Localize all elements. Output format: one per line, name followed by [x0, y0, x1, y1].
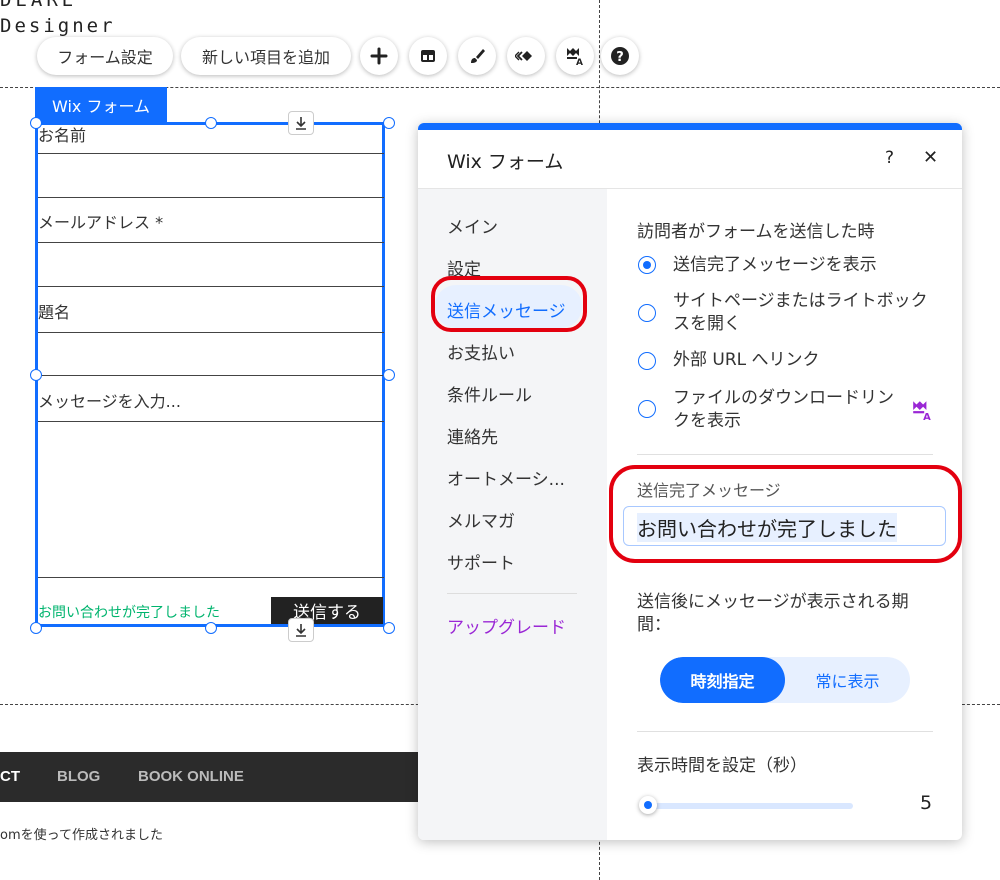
- panel-nav-rules[interactable]: 条件ルール: [447, 381, 532, 406]
- panel-nav-upgrade[interactable]: アップグレード: [447, 613, 566, 638]
- resize-handle-bottom-left[interactable]: [30, 622, 42, 634]
- panel-nav-main[interactable]: メイン: [447, 213, 498, 238]
- on-submit-title: 訪問者がフォームを送信した時: [637, 222, 875, 242]
- divider: [38, 153, 384, 154]
- seconds-slider-handle[interactable]: [639, 796, 657, 814]
- plus-icon[interactable]: [360, 37, 398, 75]
- nav-item-book-online[interactable]: BOOK ONLINE: [138, 768, 244, 785]
- stretch-down-icon[interactable]: [288, 618, 314, 642]
- form-settings-button[interactable]: フォーム設定: [37, 37, 173, 75]
- layout-icon[interactable]: [409, 37, 447, 75]
- panel-title: Wix フォーム: [447, 151, 564, 173]
- radio-external-url[interactable]: [638, 352, 656, 370]
- seconds-slider-track[interactable]: [641, 803, 853, 809]
- highlight-ring-message-field: [609, 465, 962, 563]
- add-item-label: 新しい項目を追加: [201, 48, 330, 67]
- svg-text:A: A: [576, 58, 583, 66]
- divider: [38, 242, 384, 243]
- panel-header[interactable]: Wix フォーム ? ✕: [418, 130, 962, 189]
- option-external-url-label: 外部 URL へリンク: [673, 350, 820, 370]
- radio-show-message[interactable]: [638, 256, 656, 274]
- divider: [38, 421, 384, 422]
- panel-close-icon[interactable]: ✕: [923, 147, 938, 168]
- premium-icon[interactable]: A: [556, 37, 594, 75]
- name-field[interactable]: [38, 197, 384, 198]
- panel-nav-automations[interactable]: オートメーシ...: [447, 465, 565, 490]
- panel-nav-support[interactable]: サポート: [447, 549, 515, 574]
- resize-handle-top[interactable]: [205, 117, 217, 129]
- option-show-message-label: 送信完了メッセージを表示: [673, 255, 877, 275]
- highlight-ring-submit-message-tab: [431, 276, 587, 332]
- toggle-always-label: 常に表示: [815, 672, 880, 691]
- message-field[interactable]: [38, 577, 384, 578]
- nav-item-contact[interactable]: CT: [0, 768, 20, 785]
- help-icon[interactable]: ?: [601, 37, 639, 75]
- seconds-value: 5: [920, 792, 933, 814]
- form-settings-label: フォーム設定: [57, 48, 153, 67]
- site-title: DEARE: [0, 0, 78, 11]
- toggle-timed[interactable]: 時刻指定: [660, 657, 785, 703]
- add-item-button[interactable]: 新しい項目を追加: [181, 37, 351, 75]
- duration-title-line1: 送信後にメッセージが表示される期: [637, 592, 909, 612]
- premium-icon: A: [911, 399, 933, 425]
- panel-help-icon[interactable]: ?: [885, 148, 894, 168]
- option-download-link-label-line2: クを表示: [673, 411, 741, 431]
- toggle-timed-label: 時刻指定: [690, 672, 755, 691]
- resize-handle-top-left[interactable]: [30, 117, 42, 129]
- resize-handle-bottom-right[interactable]: [383, 622, 395, 634]
- nav-item-blog[interactable]: BLOG: [57, 768, 100, 785]
- form-name-tag[interactable]: Wix フォーム: [35, 87, 167, 123]
- resize-handle-left[interactable]: [30, 369, 42, 381]
- divider: [637, 731, 933, 732]
- footer-credit: omを使って作成されました: [0, 828, 163, 843]
- panel-nav-contacts[interactable]: 連絡先: [447, 423, 498, 448]
- panel-nav-payments[interactable]: お支払い: [447, 339, 515, 364]
- stretch-down-icon[interactable]: [288, 111, 314, 135]
- success-message-text: お問い合わせが完了しました: [38, 605, 220, 621]
- subject-field-label: 題名: [38, 303, 71, 322]
- message-field-placeholder: メッセージを入力...: [38, 392, 181, 411]
- resize-handle-top-right[interactable]: [383, 117, 395, 129]
- radio-open-page[interactable]: [638, 304, 656, 322]
- duration-title: 送信後にメッセージが表示される期 間：: [637, 591, 909, 637]
- duration-title-line2: 間：: [637, 615, 671, 635]
- name-field-label: お名前: [38, 126, 87, 145]
- brush-icon[interactable]: [458, 37, 496, 75]
- divider: [637, 454, 933, 455]
- resize-handle-bottom[interactable]: [205, 622, 217, 634]
- subject-field[interactable]: [38, 375, 384, 376]
- seconds-label: 表示時間を設定（秒）: [637, 756, 807, 776]
- option-download-link-label: ファイルのダウンロードリン: [673, 388, 894, 408]
- seconds-slider-handle-dot: [644, 801, 652, 809]
- panel-nav-newsletter[interactable]: メルマガ: [447, 507, 515, 532]
- email-field-label: メールアドレス *: [38, 213, 164, 232]
- divider: [447, 593, 577, 594]
- svg-text:?: ?: [616, 50, 624, 65]
- animation-icon[interactable]: [507, 37, 545, 75]
- svg-text:A: A: [923, 412, 931, 421]
- resize-handle-right[interactable]: [383, 369, 395, 381]
- toggle-always[interactable]: 常に表示: [785, 657, 910, 703]
- panel-accent-bar: [418, 123, 962, 130]
- radio-download-link[interactable]: [638, 400, 656, 418]
- form-name-tag-label: Wix フォーム: [52, 97, 150, 116]
- divider: [38, 332, 384, 333]
- site-subtitle: Designer: [0, 15, 116, 37]
- option-open-page-label: サイトページまたはライトボック: [673, 291, 928, 311]
- email-field[interactable]: [38, 286, 384, 287]
- duration-toggle: 時刻指定 常に表示: [660, 657, 910, 703]
- option-open-page-label-line2: スを開く: [673, 314, 741, 334]
